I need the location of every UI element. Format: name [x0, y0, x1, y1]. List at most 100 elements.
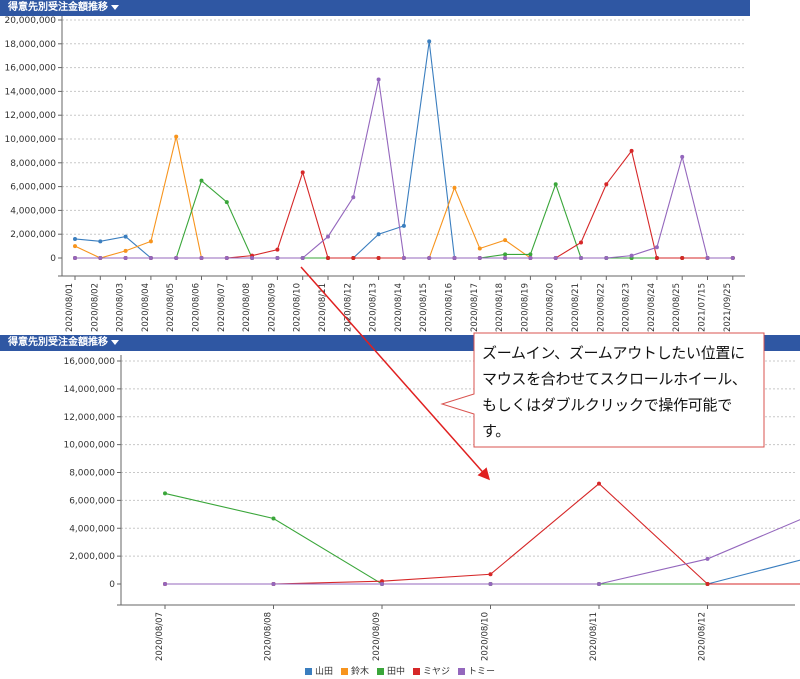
- data-point: [452, 256, 457, 260]
- series-line-田中: [75, 179, 733, 259]
- data-point: [452, 185, 457, 190]
- data-point: [271, 582, 276, 586]
- chart1-title: 得意先別受注金額推移: [8, 2, 108, 13]
- data-point: [275, 256, 280, 260]
- x-tick-label: 2020/08/07: [155, 612, 165, 661]
- data-point: [579, 240, 583, 245]
- data-point: [326, 256, 330, 260]
- legend-swatch: [458, 668, 466, 675]
- chevron-down-icon[interactable]: [111, 339, 119, 345]
- legend-item[interactable]: ミヤジ: [413, 664, 450, 677]
- y-tick-label: 6,000,000: [69, 496, 115, 506]
- x-tick-label: 2020/08/23: [622, 283, 632, 332]
- data-point: [705, 556, 710, 561]
- legend-item[interactable]: 田中: [376, 664, 405, 677]
- data-point: [604, 256, 609, 260]
- data-point: [654, 245, 659, 250]
- data-point: [300, 256, 305, 260]
- data-point: [528, 256, 533, 260]
- series-line-山田: [165, 559, 800, 585]
- data-point: [199, 256, 204, 260]
- y-tick-label: 14,000,000: [4, 87, 56, 97]
- legend-item[interactable]: 鈴木: [340, 664, 369, 677]
- data-point: [224, 256, 229, 260]
- data-point: [380, 582, 384, 586]
- y-tick-label: 8,000,000: [69, 469, 115, 479]
- data-point: [477, 256, 482, 260]
- data-point: [199, 178, 204, 183]
- data-point: [148, 256, 153, 260]
- chart1-svg[interactable]: 0 2,000,000 4,000,000 6,000,000 8,000,000 10,…: [0, 16, 750, 334]
- y-tick-label: 4,000,000: [10, 206, 56, 216]
- x-tick-label: 2020/08/18: [495, 283, 505, 332]
- legend-swatch: [376, 668, 384, 675]
- chevron-down-icon[interactable]: [111, 4, 119, 10]
- data-point: [597, 582, 601, 586]
- data-point: [300, 170, 305, 175]
- series-line-田中: [164, 492, 800, 585]
- x-tick-label: 2020/08/05: [166, 283, 176, 332]
- callout-text: ズームイン、ズームアウトしたい位置にマウスを合わせてスクロールホイール、もしくは…: [482, 344, 747, 440]
- x-tick-label: 2020/08/07: [217, 283, 227, 332]
- x-tick-label: 2020/08/20: [546, 283, 556, 332]
- data-point: [148, 239, 153, 244]
- data-point: [629, 148, 634, 153]
- data-point: [351, 195, 356, 200]
- series-line-ミヤジ: [75, 149, 733, 259]
- data-point: [98, 239, 103, 244]
- x-tick-label: 2020/08/04: [141, 283, 151, 332]
- legend-swatch: [413, 668, 420, 675]
- x-tick-label: 2020/08/21: [571, 283, 581, 332]
- series-line-トミー: [75, 79, 733, 259]
- data-point: [488, 572, 493, 577]
- data-point: [224, 200, 229, 205]
- data-point: [604, 182, 609, 187]
- data-point: [123, 234, 128, 239]
- y-tick-label: 0: [50, 254, 56, 264]
- data-point: [73, 256, 77, 260]
- legend-item[interactable]: 山田: [304, 664, 333, 677]
- data-point: [401, 223, 406, 228]
- y-tick-label: 10,000,000: [63, 441, 115, 451]
- y-tick-label: 8,000,000: [10, 159, 56, 169]
- x-tick-label: 2020/08/16: [445, 283, 455, 332]
- data-point: [123, 256, 128, 260]
- legend-label: トミー: [468, 667, 496, 677]
- data-point: [163, 582, 167, 586]
- data-point: [326, 234, 330, 239]
- data-point: [503, 256, 508, 260]
- data-point: [629, 253, 634, 258]
- data-point: [376, 77, 381, 82]
- x-tick-label: 2020/08/09: [372, 612, 382, 661]
- x-tick-label: 2020/08/12: [343, 283, 353, 332]
- data-point: [488, 582, 493, 586]
- y-tick-label: 16,000,000: [63, 357, 115, 367]
- data-point: [73, 236, 77, 241]
- y-tick-label: 4,000,000: [69, 524, 115, 534]
- x-tick-label: 2020/08/25: [672, 283, 682, 332]
- x-tick-label: 2020/08/12: [698, 612, 708, 661]
- data-point: [705, 582, 710, 586]
- x-tick-label: 2020/08/13: [369, 283, 379, 332]
- y-tick-label: 18,000,000: [4, 40, 56, 50]
- data-point: [401, 256, 406, 260]
- y-tick-label: 2,000,000: [10, 230, 56, 240]
- x-tick-label: 2020/08/06: [192, 283, 202, 332]
- data-point: [73, 244, 77, 249]
- data-point: [271, 516, 276, 521]
- chart1-header[interactable]: 得意先別受注金額推移: [0, 0, 750, 16]
- x-tick-label: 2020/08/02: [90, 283, 100, 332]
- x-tick-label: 2020/08/11: [589, 612, 599, 661]
- x-tick-label: 2020/08/17: [470, 283, 480, 332]
- data-point: [427, 39, 432, 44]
- data-point: [376, 232, 381, 237]
- legend-item[interactable]: トミー: [458, 664, 495, 677]
- y-tick-label: 2,000,000: [69, 552, 115, 562]
- x-tick-label: 2020/08/08: [264, 612, 274, 661]
- data-point: [680, 256, 685, 260]
- x-tick-label: 2020/08/09: [267, 283, 277, 332]
- data-point: [553, 256, 558, 260]
- data-point: [477, 246, 482, 251]
- data-point: [376, 256, 381, 260]
- y-tick-label: 20,000,000: [4, 16, 56, 26]
